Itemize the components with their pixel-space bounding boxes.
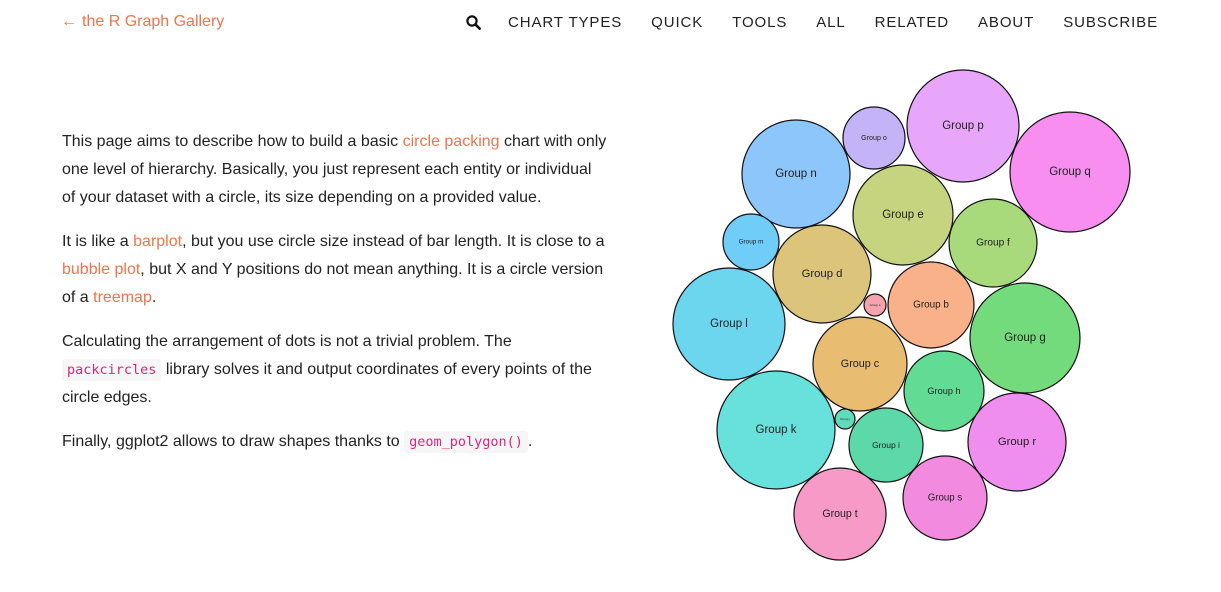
- text-span: This page aims to describe how to build …: [62, 133, 403, 150]
- treemap-link[interactable]: treemap: [93, 289, 152, 306]
- text-span: It is like a: [62, 233, 134, 250]
- bubble-group-q: Group q: [1009, 111, 1131, 233]
- bubble-label-group-l: Group l: [710, 318, 748, 330]
- intro-text: This page aims to describe how to build …: [62, 128, 607, 472]
- bubble-label-group-f: Group f: [976, 238, 1010, 249]
- bubble-group-g: Group g: [969, 282, 1081, 394]
- bubble-label-group-p: Group p: [942, 120, 984, 132]
- intro-paragraph-4: Finally, ggplot2 allows to draw shapes t…: [62, 428, 607, 456]
- nav-chart-types[interactable]: CHART TYPES: [508, 14, 622, 31]
- bubble-group-h: Group h: [903, 350, 985, 432]
- bubble-group-c: Group c: [812, 316, 908, 412]
- bubble-group-l: Group l: [672, 267, 786, 381]
- intro-paragraph-1: This page aims to describe how to build …: [62, 128, 607, 212]
- circle-packing-chart: Group p Group o Group q Group n Group e Group…: [670, 66, 1135, 564]
- bubble-group-d: Group d: [772, 224, 872, 324]
- nav-related[interactable]: RELATED: [875, 14, 949, 31]
- packcircles-code: packcircles: [62, 359, 162, 381]
- main-menu: CHART TYPES QUICK TOOLS ALL RELATED ABOU…: [465, 13, 1158, 31]
- bubble-label-group-k: Group k: [756, 424, 797, 436]
- bubble-label-group-j: Group j: [840, 417, 850, 421]
- bubble-label-group-t: Group t: [822, 508, 857, 520]
- text-span: .: [527, 433, 533, 450]
- bubble-label-group-e: Group e: [882, 209, 924, 221]
- bubble-group-m: Group m: [722, 213, 780, 271]
- back-arrow-icon: ←: [61, 13, 77, 30]
- bubble-label-group-g: Group g: [1004, 332, 1046, 344]
- bubble-label-group-n: Group n: [775, 168, 817, 180]
- circle-packing-link[interactable]: circle packing: [403, 133, 500, 150]
- bubble-group-k: Group k: [716, 370, 836, 490]
- bubble-label-group-q: Group q: [1049, 166, 1091, 178]
- bubble-group-t: Group t: [793, 467, 887, 561]
- bubble-label-group-i: Group i: [872, 440, 900, 450]
- nav-subscribe[interactable]: SUBSCRIBE: [1063, 14, 1158, 31]
- bubble-label-group-r: Group r: [998, 436, 1037, 448]
- bubble-label-group-s: Group s: [928, 493, 963, 504]
- search-icon: [465, 14, 481, 30]
- bubble-group-e: Group e: [852, 164, 954, 266]
- text-span: Finally, ggplot2 allows to draw shapes t…: [62, 433, 405, 450]
- bubble-label-group-d: Group d: [802, 268, 843, 280]
- bubble-group-i: Group i: [848, 407, 924, 483]
- bubble-group-a: Group a: [863, 293, 887, 317]
- circle-packing-svg: Group p Group o Group q Group n Group e Group…: [672, 69, 1131, 561]
- text-span: , but you use circle size instead of bar…: [182, 233, 605, 250]
- back-to-gallery-link[interactable]: ← the R Graph Gallery: [61, 13, 224, 31]
- bubble-label-group-b: Group b: [913, 300, 949, 311]
- intro-paragraph-3: Calculating the arrangement of dots is n…: [62, 328, 607, 412]
- text-span: .: [151, 289, 157, 306]
- bubble-group-s: Group s: [902, 455, 988, 541]
- bubble-label-group-o: Group o: [861, 134, 887, 142]
- intro-paragraph-2: It is like a barplot, but you use circle…: [62, 228, 607, 312]
- bubble-group-o: Group o: [842, 106, 906, 170]
- nav-all[interactable]: ALL: [816, 14, 845, 31]
- bubble-group-j: Group j: [834, 408, 856, 430]
- nav-tools[interactable]: TOOLS: [732, 14, 787, 31]
- bubble-group-p: Group p: [906, 69, 1020, 183]
- bubble-label-group-h: Group h: [927, 386, 960, 396]
- bubble-group-f: Group f: [948, 198, 1038, 288]
- bubble-group-b: Group b: [887, 261, 975, 349]
- back-link-label: the R Graph Gallery: [82, 13, 225, 30]
- barplot-link[interactable]: barplot: [133, 233, 182, 250]
- bubble-group-n: Group n: [741, 119, 851, 229]
- nav-about[interactable]: ABOUT: [978, 14, 1034, 31]
- bubble-label-group-a: Group a: [870, 303, 881, 307]
- bubble-label-group-c: Group c: [841, 358, 880, 370]
- bubble-group-r: Group r: [967, 392, 1067, 492]
- nav-quick[interactable]: QUICK: [651, 14, 703, 31]
- top-nav: ← the R Graph Gallery CHART TYPES QUICK …: [0, 0, 1221, 44]
- bubble-label-group-m: Group m: [739, 239, 764, 246]
- text-span: Calculating the arrangement of dots is n…: [62, 333, 512, 350]
- bubble-plot-link[interactable]: bubble plot: [62, 261, 140, 278]
- search-button[interactable]: [465, 13, 481, 31]
- geom-polygon-code: geom_polygon(): [404, 431, 528, 453]
